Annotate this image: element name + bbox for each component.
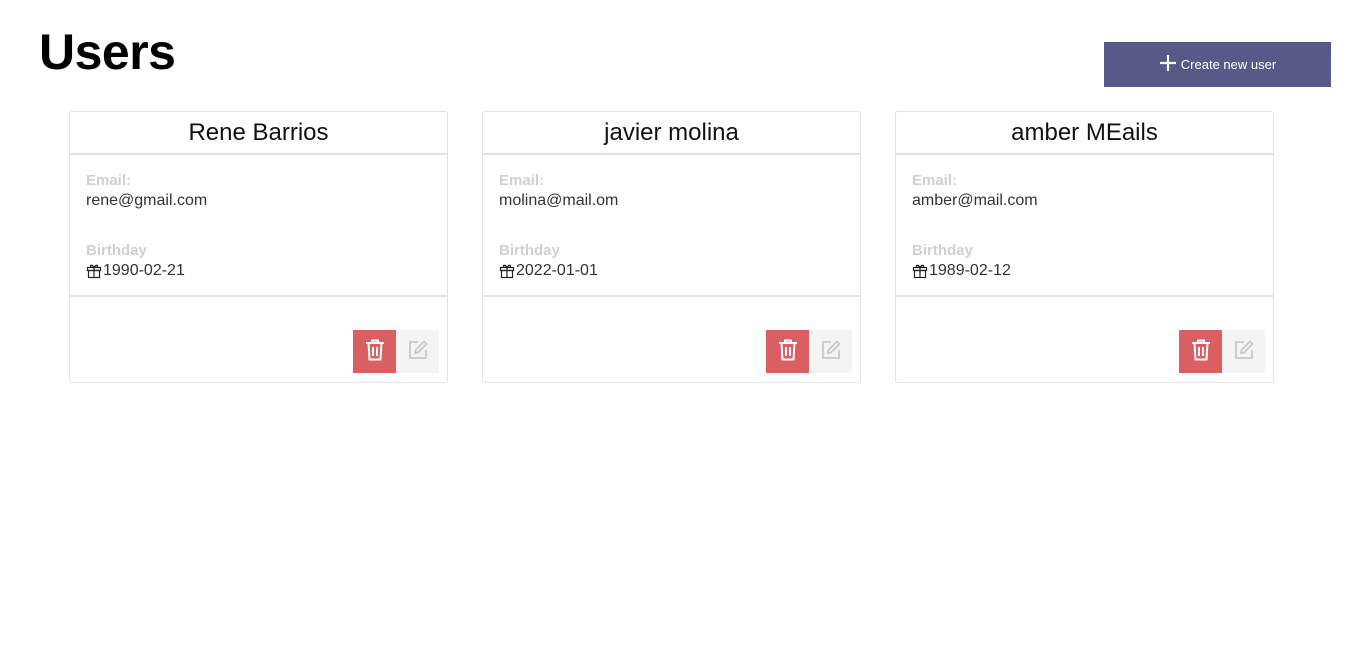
- create-new-user-label: Create new user: [1180, 56, 1277, 72]
- delete-user-button[interactable]: [353, 330, 396, 373]
- birthday-label: Birthday: [86, 242, 147, 259]
- user-name: amber MEails: [896, 112, 1273, 155]
- user-card-footer: [483, 297, 860, 383]
- email-block: Email: molina@mail.om: [499, 172, 844, 242]
- birthday-label: Birthday: [912, 242, 973, 259]
- user-card-body: Email: molina@mail.om Birthday 2022-01-0…: [483, 155, 860, 297]
- birthday-value: 1989-02-12: [929, 262, 1011, 279]
- trash-icon: [777, 338, 799, 365]
- create-new-user-button[interactable]: Create new user: [1104, 42, 1331, 87]
- birthday-row: 2022-01-01: [499, 260, 844, 282]
- user-card-footer: [896, 297, 1273, 383]
- user-card-footer: [70, 297, 447, 383]
- user-card-body: Email: amber@mail.com Birthday 1989-02-1…: [896, 155, 1273, 297]
- edit-icon: [407, 339, 429, 364]
- birthday-value: 2022-01-01: [516, 262, 598, 279]
- birthday-label: Birthday: [499, 242, 560, 259]
- edit-user-button[interactable]: [809, 330, 852, 373]
- user-name: Rene Barrios: [70, 112, 447, 155]
- edit-icon: [820, 339, 842, 364]
- user-card: amber MEails Email: amber@mail.com Birth…: [895, 111, 1274, 383]
- email-label: Email:: [499, 172, 545, 189]
- gift-icon: [912, 263, 928, 279]
- edit-user-button[interactable]: [396, 330, 439, 373]
- edit-user-button[interactable]: [1222, 330, 1265, 373]
- plus-icon: [1159, 54, 1177, 72]
- email-label: Email:: [912, 172, 958, 189]
- user-card-body: Email: rene@gmail.com Birthday 1990-02-2…: [70, 155, 447, 297]
- page-title: Users: [39, 24, 176, 80]
- trash-icon: [1190, 338, 1212, 365]
- edit-icon: [1233, 339, 1255, 364]
- delete-user-button[interactable]: [766, 330, 809, 373]
- birthday-value: 1990-02-21: [103, 262, 185, 279]
- user-name: javier molina: [483, 112, 860, 155]
- email-block: Email: rene@gmail.com: [86, 172, 431, 242]
- user-card: javier molina Email: molina@mail.om Birt…: [482, 111, 861, 383]
- delete-user-button[interactable]: [1179, 330, 1222, 373]
- user-card: Rene Barrios Email: rene@gmail.com Birth…: [69, 111, 448, 383]
- email-value: amber@mail.com: [912, 192, 1038, 209]
- birthday-row: 1990-02-21: [86, 260, 431, 282]
- birthday-row: 1989-02-12: [912, 260, 1257, 282]
- email-label: Email:: [86, 172, 132, 189]
- gift-icon: [86, 263, 102, 279]
- email-value: rene@gmail.com: [86, 192, 208, 209]
- email-value: molina@mail.om: [499, 192, 619, 209]
- email-block: Email: amber@mail.com: [912, 172, 1257, 242]
- trash-icon: [364, 338, 386, 365]
- gift-icon: [499, 263, 515, 279]
